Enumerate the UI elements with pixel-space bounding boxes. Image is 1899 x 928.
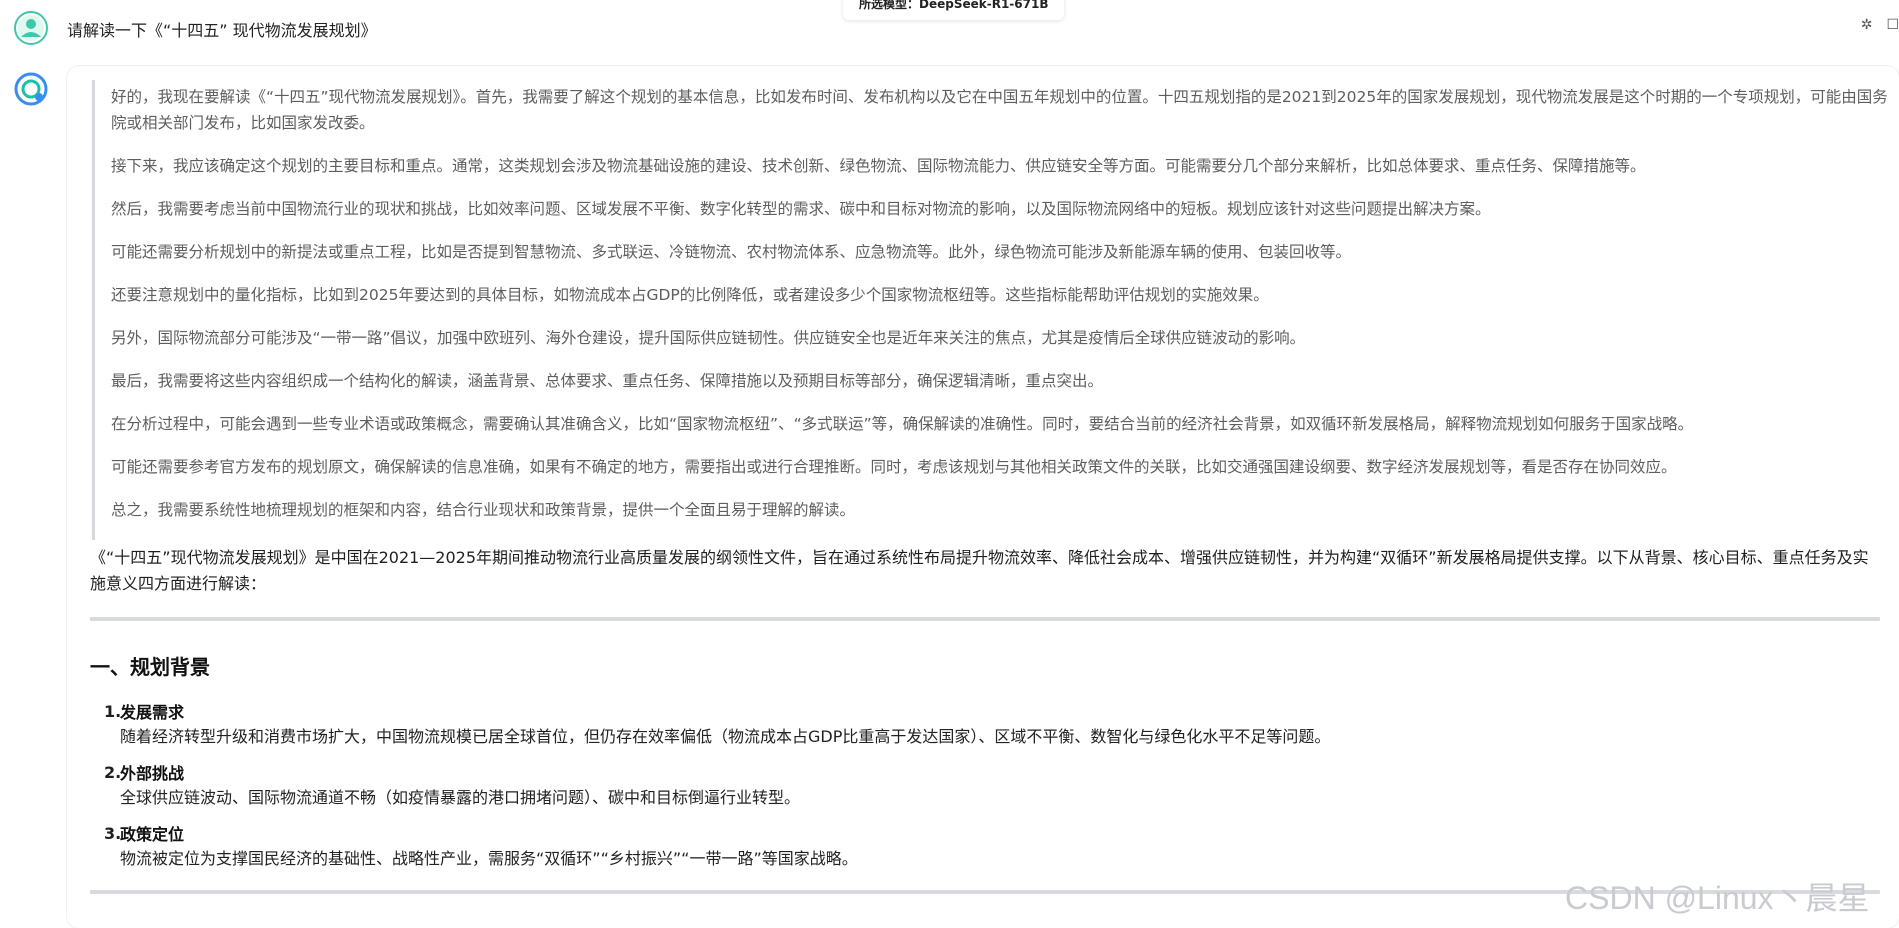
reasoning-paragraph: 可能还需要分析规划中的新提法或重点工程，比如是否提到智慧物流、多式联运、冷链物流… — [111, 243, 1352, 261]
top-right-actions: ✲ ☐ — [1861, 17, 1899, 33]
left-rail — [0, 60, 64, 928]
item-title: 发展需求 — [120, 703, 185, 722]
reasoning-paragraph: 好的，我现在要解读《“十四五”现代物流发展规划》。首先，我需要了解这个规划的基本… — [111, 88, 1888, 132]
assistant-avatar-icon — [14, 72, 48, 106]
reasoning-paragraph: 接下来，我应该确定这个规划的主要目标和重点。通常，这类规划会涉及物流基础设施的建… — [111, 157, 1646, 175]
list-number: 1. — [104, 702, 122, 721]
watermark: CSDN @Linux丶晨星 — [1565, 880, 1870, 916]
reasoning-paragraph: 另外，国际物流部分可能涉及“一带一路”倡议，加强中欧班列、海外仓建设，提升国际供… — [111, 329, 1306, 347]
item-description: 物流被定位为支撑国民经济的基础性、战略性产业，需服务“双循环”“乡村振兴”“一带… — [120, 849, 858, 868]
item-title: 外部挑战 — [120, 764, 185, 783]
sparkle-icon[interactable]: ✲ — [1861, 17, 1873, 33]
list-item: 1. 发展需求 随着经济转型升级和消费市场扩大，中国物流规模已居全球首位，但仍存… — [104, 702, 1880, 750]
item-title: 政策定位 — [120, 825, 185, 844]
reasoning-paragraph: 然后，我需要考虑当前中国物流行业的现状和挑战，比如效率问题、区域发展不平衡、数字… — [111, 200, 1491, 218]
background-list: 1. 发展需求 随着经济转型升级和消费市场扩大，中国物流规模已居全球首位，但仍存… — [90, 702, 1880, 872]
edit-icon[interactable]: ☐ — [1886, 17, 1899, 33]
user-avatar-icon — [14, 11, 48, 45]
list-number: 3. — [104, 824, 122, 843]
reasoning-paragraph: 总之，我需要系统性地梳理规划的框架和内容，结合行业现状和政策背景，提供一个全面且… — [111, 501, 856, 519]
item-description: 全球供应链波动、国际物流通道不畅（如疫情暴露的港口拥堵问题）、碳中和目标倒逼行业… — [120, 788, 801, 807]
reasoning-block: 好的，我现在要解读《“十四五”现代物流发展规划》。首先，我需要了解这个规划的基本… — [92, 80, 1899, 540]
reasoning-paragraph: 在分析过程中，可能会遇到一些专业术语或政策概念，需要确认其准确含义，比如“国家物… — [111, 415, 1694, 433]
reasoning-paragraph: 最后，我需要将这些内容组织成一个结构化的解读，涵盖背景、总体要求、重点任务、保障… — [111, 372, 1104, 390]
reasoning-paragraph: 可能还需要参考官方发布的规划原文，确保解读的信息准确，如果有不确定的地方，需要指… — [111, 458, 1677, 476]
list-item: 2. 外部挑战 全球供应链波动、国际物流通道不畅（如疫情暴露的港口拥堵问题）、碳… — [104, 763, 1880, 811]
section-heading: 一、规划背景 — [90, 655, 210, 679]
top-bar: 所选模型：DeepSeek-R1-671B 请解读一下《“十四五” 现代物流发展… — [0, 0, 1899, 60]
answer-body: 《“十四五”现代物流发展规划》是中国在2021—2025年期间推动物流行业高质量… — [90, 545, 1880, 894]
list-item: 3. 政策定位 物流被定位为支撑国民经济的基础性、战略性产业，需服务“双循环”“… — [104, 824, 1880, 872]
user-question: 请解读一下《“十四五” 现代物流发展规划》 — [67, 21, 377, 40]
divider — [90, 617, 1880, 621]
answer-intro: 《“十四五”现代物流发展规划》是中国在2021—2025年期间推动物流行业高质量… — [90, 548, 1869, 593]
list-number: 2. — [104, 763, 122, 782]
item-description: 随着经济转型升级和消费市场扩大，中国物流规模已居全球首位，但仍存在效率偏低（物流… — [120, 727, 1331, 746]
model-tag: 所选模型：DeepSeek-R1-671B — [843, 0, 1065, 20]
reasoning-paragraph: 还要注意规划中的量化指标，比如到2025年要达到的具体目标，如物流成本占GDP的… — [111, 286, 1269, 304]
